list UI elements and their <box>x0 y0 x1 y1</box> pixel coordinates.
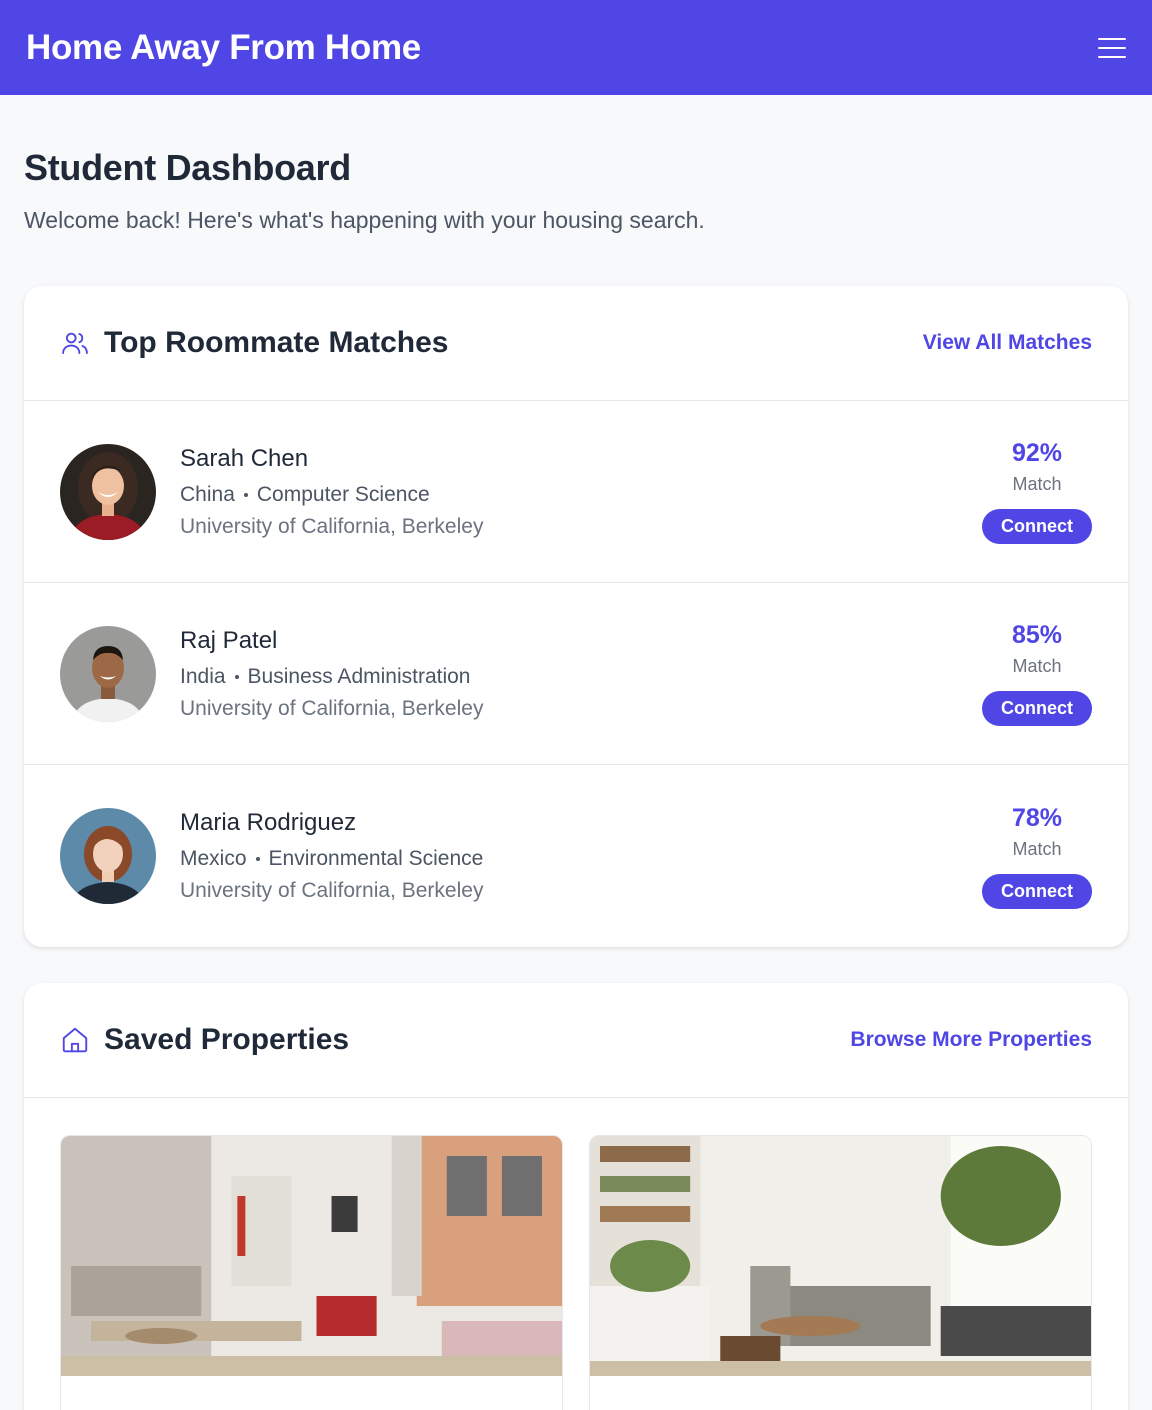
avatar <box>60 625 156 722</box>
matches-card-title: Top Roommate Matches <box>104 326 449 359</box>
browse-more-properties-link[interactable]: Browse More Properties <box>850 1028 1092 1052</box>
hamburger-menu-icon[interactable] <box>1098 36 1126 60</box>
properties-card-header: Saved Properties Browse More Properties <box>24 983 1128 1098</box>
bullet-separator <box>234 674 239 679</box>
match-text: Raj Patel India Business Administration … <box>180 627 483 721</box>
avatar <box>60 443 156 540</box>
match-row: Raj Patel India Business Administration … <box>24 583 1128 765</box>
match-meta: India Business Administration <box>180 665 483 689</box>
properties-grid <box>24 1098 1128 1410</box>
match-score: 78% Match Connect <box>982 804 1092 909</box>
users-icon <box>62 332 88 354</box>
match-major: Environmental Science <box>268 847 484 870</box>
page-title: Student Dashboard <box>24 147 351 188</box>
match-country: Mexico <box>180 847 247 870</box>
connect-button[interactable]: Connect <box>982 691 1092 726</box>
home-icon <box>62 1027 88 1053</box>
top-bar: Home Away From Home <box>0 0 1152 95</box>
avatar <box>60 808 156 904</box>
match-info: Raj Patel India Business Administration … <box>60 625 483 722</box>
match-row: Sarah Chen China Computer Science Univer… <box>24 401 1128 583</box>
bullet-separator <box>243 492 248 497</box>
properties-card-title-group: Saved Properties <box>60 1023 349 1057</box>
match-info: Sarah Chen China Computer Science Univer… <box>60 443 483 540</box>
match-university: University of California, Berkeley <box>180 514 484 538</box>
match-name[interactable]: Maria Rodriguez <box>180 809 483 837</box>
match-text: Maria Rodriguez Mexico Environmental Sci… <box>180 809 483 903</box>
match-percent: 78% <box>1011 803 1063 832</box>
match-score: 92% Match Connect <box>982 439 1092 544</box>
brand-title[interactable]: Home Away From Home <box>26 28 421 68</box>
match-text: Sarah Chen China Computer Science Univer… <box>180 445 483 539</box>
property-card[interactable] <box>60 1135 563 1410</box>
property-image <box>590 1136 1091 1376</box>
match-meta: Mexico Environmental Science <box>180 847 483 871</box>
page-subtitle: Welcome back! Here's what's happening wi… <box>24 207 705 233</box>
match-row: Maria Rodriguez Mexico Environmental Sci… <box>24 765 1128 947</box>
view-all-matches-link[interactable]: View All Matches <box>923 331 1092 355</box>
saved-properties-card: Saved Properties Browse More Properties <box>24 983 1128 1410</box>
match-percent-label: Match <box>1012 474 1062 494</box>
match-percent-label: Match <box>1012 656 1062 676</box>
match-score: 85% Match Connect <box>982 621 1092 726</box>
match-major: Business Administration <box>247 664 471 688</box>
connect-button[interactable]: Connect <box>982 873 1092 909</box>
roommate-matches-card: Top Roommate Matches View All Matches Sa… <box>24 286 1128 947</box>
property-card[interactable] <box>589 1135 1092 1410</box>
match-major: Computer Science <box>256 482 430 506</box>
connect-button[interactable]: Connect <box>982 509 1092 544</box>
matches-card-header: Top Roommate Matches View All Matches <box>24 286 1128 401</box>
match-percent-label: Match <box>1012 838 1062 859</box>
match-name[interactable]: Sarah Chen <box>180 445 483 473</box>
property-image <box>61 1136 562 1376</box>
properties-card-title: Saved Properties <box>104 1023 350 1056</box>
match-country: India <box>180 664 226 688</box>
matches-card-title-group: Top Roommate Matches <box>60 326 449 360</box>
match-info: Maria Rodriguez Mexico Environmental Sci… <box>60 808 483 904</box>
match-meta: China Computer Science <box>180 483 483 507</box>
main-content: Student Dashboard Welcome back! Here's w… <box>0 147 1152 1410</box>
match-country: China <box>180 482 235 506</box>
match-name[interactable]: Raj Patel <box>180 627 483 655</box>
match-university: University of California, Berkeley <box>180 879 484 902</box>
bullet-separator <box>255 857 260 861</box>
match-percent: 85% <box>1011 621 1063 649</box>
match-percent: 92% <box>1011 439 1063 467</box>
match-university: University of California, Berkeley <box>180 696 484 720</box>
